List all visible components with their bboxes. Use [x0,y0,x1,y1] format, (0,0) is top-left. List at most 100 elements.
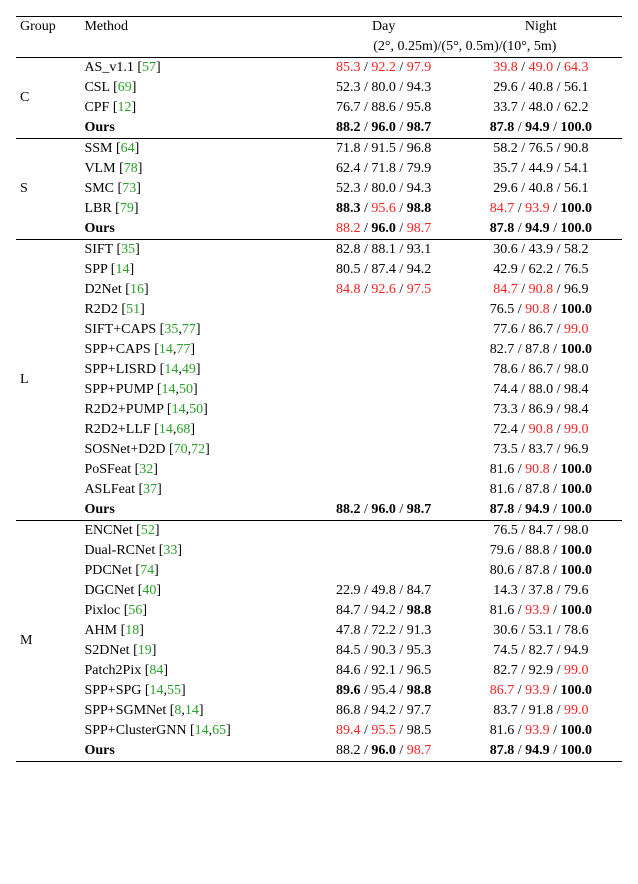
day-cell [308,380,460,400]
table-row: SSSM [64]71.8 / 91.5 / 96.858.2 / 76.5 /… [16,139,622,160]
night-cell: 39.8 / 49.0 / 64.3 [460,58,622,79]
method-cell: DGCNet [40] [80,581,307,601]
col-method-header: Method [80,17,307,38]
method-cell: Ours [80,118,307,139]
table-row: CPF [12]76.7 / 88.6 / 95.833.7 / 48.0 / … [16,98,622,118]
table-row: SPP+LISRD [14,49]78.6 / 86.7 / 98.0 [16,360,622,380]
method-cell: Ours [80,500,307,521]
method-cell: Pixloc [56] [80,601,307,621]
table-row: R2D2 [51]76.5 / 90.8 / 100.0 [16,300,622,320]
table-row: VLM [78]62.4 / 71.8 / 79.935.7 / 44.9 / … [16,159,622,179]
table-row: Ours88.2 / 96.0 / 98.787.8 / 94.9 / 100.… [16,500,622,521]
method-cell: SPP+SGMNet [8,14] [80,701,307,721]
night-cell: 81.6 / 93.9 / 100.0 [460,721,622,741]
day-cell: 84.7 / 94.2 / 98.8 [308,601,460,621]
method-cell: SPP+ClusterGNN [14,65] [80,721,307,741]
day-cell: 22.9 / 49.8 / 84.7 [308,581,460,601]
table-row: SPP+SGMNet [8,14]86.8 / 94.2 / 97.783.7 … [16,701,622,721]
method-cell: VLM [78] [80,159,307,179]
table-row: Dual-RCNet [33]79.6 / 88.8 / 100.0 [16,541,622,561]
day-cell [308,360,460,380]
night-cell: 14.3 / 37.8 / 79.6 [460,581,622,601]
night-cell: 29.6 / 40.8 / 56.1 [460,179,622,199]
table-row: CSL [69]52.3 / 80.0 / 94.329.6 / 40.8 / … [16,78,622,98]
threshold-header: (2°, 0.25m)/(5°, 0.5m)/(10°, 5m) [308,37,622,58]
method-cell: SPP [14] [80,260,307,280]
table-row: LBR [79]88.3 / 95.6 / 98.884.7 / 93.9 / … [16,199,622,219]
method-cell: Ours [80,219,307,240]
night-cell: 82.7 / 87.8 / 100.0 [460,340,622,360]
night-cell: 73.5 / 83.7 / 96.9 [460,440,622,460]
group-label: C [16,58,80,139]
night-cell: 84.7 / 90.8 / 96.9 [460,280,622,300]
day-cell [308,340,460,360]
night-cell: 74.5 / 82.7 / 94.9 [460,641,622,661]
table-row: SPP+SPG [14,55]89.6 / 95.4 / 98.886.7 / … [16,681,622,701]
night-cell: 29.6 / 40.8 / 56.1 [460,78,622,98]
method-cell: SIFT+CAPS [35,77] [80,320,307,340]
table-row: SIFT+CAPS [35,77] 77.6 / 86.7 / 99.0 [16,320,622,340]
day-cell: 62.4 / 71.8 / 79.9 [308,159,460,179]
day-cell: 52.3 / 80.0 / 94.3 [308,78,460,98]
night-cell: 73.3 / 86.9 / 98.4 [460,400,622,420]
day-cell: 80.5 / 87.4 / 94.2 [308,260,460,280]
table-row: SPP+PUMP [14,50] 74.4 / 88.0 / 98.4 [16,380,622,400]
day-cell: 89.4 / 95.5 / 98.5 [308,721,460,741]
method-cell: SPP+SPG [14,55] [80,681,307,701]
day-cell: 84.5 / 90.3 / 95.3 [308,641,460,661]
table-row: Ours88.2 / 96.0 / 98.787.8 / 94.9 / 100.… [16,118,622,139]
group-label: M [16,521,80,762]
night-cell: 42.9 / 62.2 / 76.5 [460,260,622,280]
method-cell: SSM [64] [80,139,307,160]
method-cell: AHM [18] [80,621,307,641]
method-cell: SPP+CAPS [14,77] [80,340,307,360]
night-cell: 87.8 / 94.9 / 100.0 [460,118,622,139]
table-row: Patch2Pix [84]84.6 / 92.1 / 96.582.7 / 9… [16,661,622,681]
table-row: ASLFeat [37] 81.6 / 87.8 / 100.0 [16,480,622,500]
day-cell: 88.2 / 96.0 / 98.7 [308,118,460,139]
day-cell [308,521,460,542]
day-cell: 71.8 / 91.5 / 96.8 [308,139,460,160]
night-cell: 74.4 / 88.0 / 98.4 [460,380,622,400]
header-row-1: Group Method Day Night [16,17,622,38]
night-cell: 58.2 / 76.5 / 90.8 [460,139,622,160]
method-cell: SIFT [35] [80,240,307,261]
day-cell [308,320,460,340]
night-cell: 81.6 / 87.8 / 100.0 [460,480,622,500]
day-cell: 89.6 / 95.4 / 98.8 [308,681,460,701]
day-cell: 84.8 / 92.6 / 97.5 [308,280,460,300]
table-row: R2D2+LLF [14,68] 72.4 / 90.8 / 99.0 [16,420,622,440]
method-cell: ASLFeat [37] [80,480,307,500]
night-cell: 76.5 / 90.8 / 100.0 [460,300,622,320]
method-cell: CPF [12] [80,98,307,118]
group-label: S [16,139,80,240]
method-cell: SPP+PUMP [14,50] [80,380,307,400]
method-cell: SMC [73] [80,179,307,199]
col-night-header: Night [460,17,622,38]
night-cell: 77.6 / 86.7 / 99.0 [460,320,622,340]
day-cell [308,400,460,420]
day-cell [308,480,460,500]
method-cell: CSL [69] [80,78,307,98]
day-cell: 88.3 / 95.6 / 98.8 [308,199,460,219]
table-row: SPP [14]80.5 / 87.4 / 94.242.9 / 62.2 / … [16,260,622,280]
night-cell: 78.6 / 86.7 / 98.0 [460,360,622,380]
table-row: LSIFT [35]82.8 / 88.1 / 93.130.6 / 43.9 … [16,240,622,261]
night-cell: 76.5 / 84.7 / 98.0 [460,521,622,542]
table-row: PDCNet [74]80.6 / 87.8 / 100.0 [16,561,622,581]
day-cell [308,561,460,581]
method-cell: ENCNet [52] [80,521,307,542]
results-table: Group Method Day Night (2°, 0.25m)/(5°, … [16,16,622,762]
night-cell: 87.8 / 94.9 / 100.0 [460,219,622,240]
method-cell: PoSFeat [32] [80,460,307,480]
table-row: R2D2+PUMP [14,50]73.3 / 86.9 / 98.4 [16,400,622,420]
table-row: Ours88.2 / 96.0 / 98.787.8 / 94.9 / 100.… [16,741,622,762]
method-cell: PDCNet [74] [80,561,307,581]
night-cell: 72.4 / 90.8 / 99.0 [460,420,622,440]
method-cell: SOSNet+D2D [70,72] [80,440,307,460]
col-day-header: Day [308,17,460,38]
method-cell: R2D2+LLF [14,68] [80,420,307,440]
day-cell [308,420,460,440]
table-row: Ours88.2 / 96.0 / 98.787.8 / 94.9 / 100.… [16,219,622,240]
method-cell: Ours [80,741,307,762]
